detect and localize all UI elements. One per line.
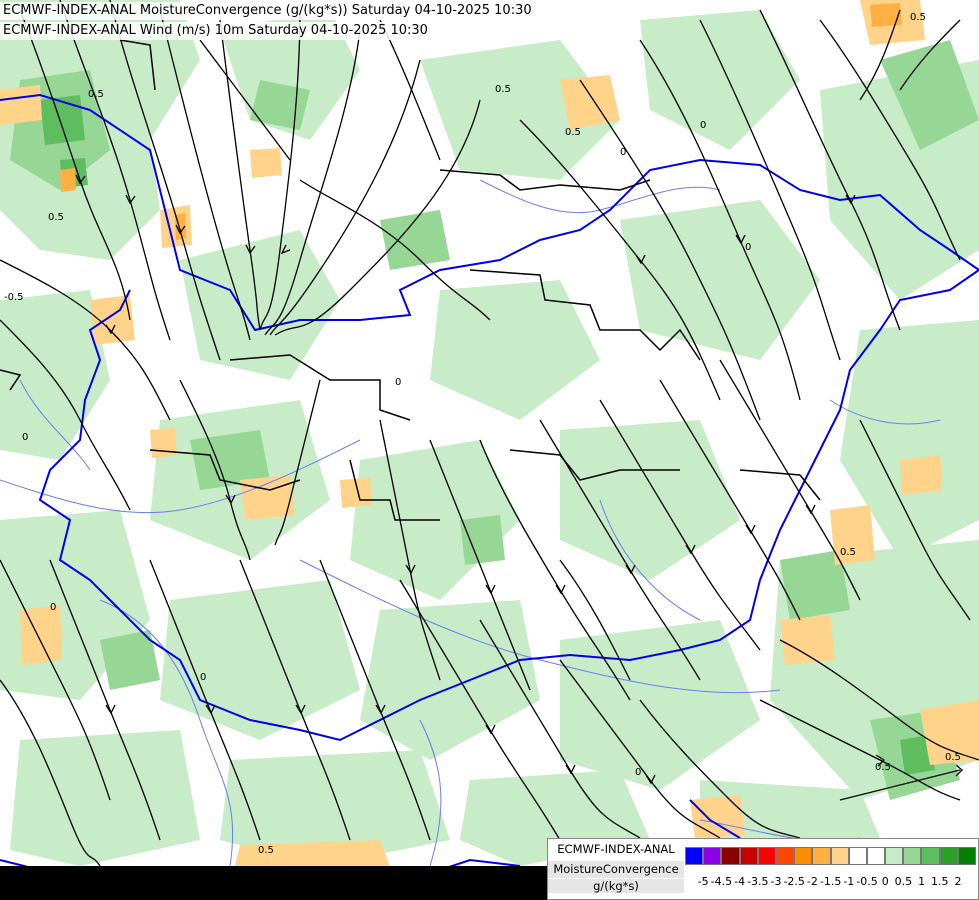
map-title-wind: ECMWF-INDEX-ANAL Wind (m/s) 10m Saturday… — [0, 22, 432, 40]
legend-swatch — [794, 847, 813, 865]
legend-swatch — [939, 847, 958, 865]
legend-tick: 1.5 — [931, 875, 949, 888]
legend-tick: -2 — [806, 875, 818, 888]
contour-label: 0.5 — [840, 547, 856, 558]
legend-swatch — [957, 847, 976, 865]
legend-tick: 2 — [954, 875, 962, 888]
contour-label: 0 — [50, 602, 56, 613]
legend-parameter-label: MoistureConvergence — [548, 861, 684, 878]
contour-label: 0 — [200, 672, 206, 683]
legend-tick: 0 — [881, 875, 889, 888]
legend-tick: -5 — [697, 875, 709, 888]
legend-model-label: ECMWF-INDEX-ANAL — [548, 843, 684, 856]
legend-swatch — [921, 847, 940, 865]
contour-label: 0 — [700, 120, 706, 131]
legend-swatch — [903, 847, 922, 865]
weather-map: 0.5 0.5 0.5 0 0 0.5 -0.5 0 0 0 0.5 0 0 0… — [0, 0, 979, 900]
legend-swatch — [739, 847, 758, 865]
legend-swatch — [848, 847, 867, 865]
contour-label: 0.5 — [565, 127, 581, 138]
legend-swatch — [703, 847, 722, 865]
legend-swatch — [721, 847, 740, 865]
contour-label: 0 — [395, 377, 401, 388]
contour-label: 0.5 — [495, 84, 511, 95]
contour-label: 0.5 — [48, 212, 64, 223]
contour-label: 0 — [22, 432, 28, 443]
contour-label: 0 — [745, 242, 751, 253]
contour-label: 0.5 — [945, 752, 961, 763]
legend-swatch — [685, 847, 704, 865]
legend-tick: 0.5 — [894, 875, 913, 888]
legend-swatch — [885, 847, 904, 865]
legend-tick: -3 — [770, 875, 782, 888]
contour-label: 0 — [635, 767, 641, 778]
contour-label: 0.5 — [258, 845, 274, 856]
bottom-strip — [0, 866, 547, 900]
map-title-moisture: ECMWF-INDEX-ANAL MoistureConvergence (g/… — [0, 2, 536, 20]
legend-tick: -1 — [843, 875, 855, 888]
legend-tick: -4.5 — [710, 875, 733, 888]
legend-swatch — [830, 847, 849, 865]
legend-tick-labels: -5 -4.5 -4 -3.5 -3 -2.5 -2 -1.5 -1 -0.5 0 0.5 1 1.5 2 — [685, 875, 975, 889]
legend-unit-label: g/(kg*s) — [548, 879, 684, 893]
legend-tick: -2.5 — [783, 875, 805, 888]
contour-label: 0 — [620, 147, 626, 158]
contour-label: 0.5 — [910, 12, 926, 23]
legend-tick: -3.5 — [747, 875, 769, 888]
contour-label: -0.5 — [4, 292, 24, 303]
legend-tick: -0.5 — [856, 875, 878, 888]
legend-swatch — [812, 847, 831, 865]
legend-swatch — [866, 847, 886, 865]
contour-label: 0.5 — [875, 762, 891, 773]
color-legend: ECMWF-INDEX-ANAL MoistureConvergence g/(… — [547, 838, 979, 900]
legend-color-bar — [685, 847, 976, 865]
legend-tick: -4 — [734, 875, 746, 888]
legend-swatch — [757, 847, 776, 865]
contour-label: 0.5 — [88, 89, 104, 100]
legend-swatch — [775, 847, 795, 865]
legend-tick: 1 — [918, 875, 926, 888]
legend-tick: -1.5 — [819, 875, 842, 888]
